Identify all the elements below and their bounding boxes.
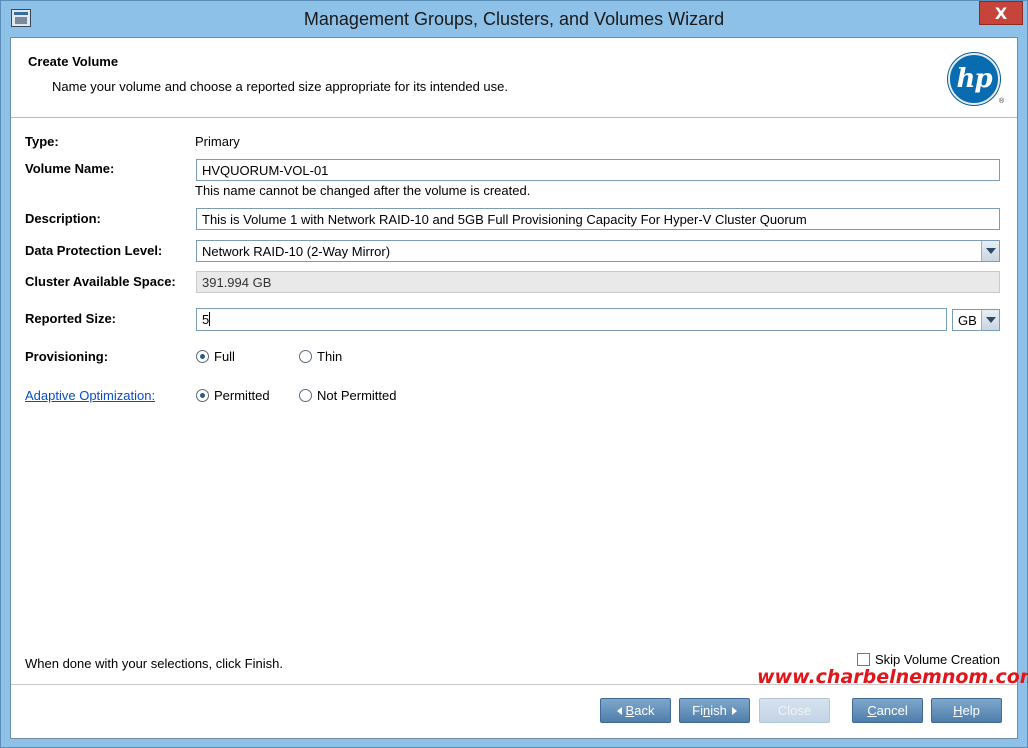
finish-label-post: ish <box>710 703 727 718</box>
cancel-label-post: ancel <box>876 703 908 718</box>
size-unit-value: GB <box>958 313 977 328</box>
chevron-down-icon[interactable] <box>981 310 999 330</box>
window-title: Management Groups, Clusters, and Volumes… <box>303 9 725 29</box>
finish-mnemonic: n <box>702 703 711 718</box>
radio-unselected-icon[interactable] <box>299 389 312 402</box>
reported-size-label: Reported Size: <box>25 311 117 326</box>
close-window-button[interactable]: X <box>979 1 1023 25</box>
registered-mark: ® <box>999 98 1005 105</box>
wizard-header: Create Volume Name your volume and choos… <box>11 38 1017 118</box>
finish-label-pre: Fi <box>692 703 703 718</box>
arrow-right-icon <box>731 706 737 715</box>
back-label-post: ack <box>634 703 655 718</box>
radio-unselected-icon[interactable] <box>299 350 312 363</box>
finish-button[interactable]: Fi n ish <box>679 698 750 723</box>
data-protection-select[interactable]: Network RAID-10 (2-Way Mirror) <box>196 240 1000 262</box>
title-bar[interactable]: Management Groups, Clusters, and Volumes… <box>1 1 1027 37</box>
provisioning-full-label: Full <box>214 349 235 364</box>
data-protection-value: Network RAID-10 (2-Way Mirror) <box>202 244 391 259</box>
ao-not-permitted-label: Not Permitted <box>317 388 397 403</box>
page-title: Create Volume <box>28 54 119 69</box>
back-mnemonic: B <box>625 703 635 718</box>
volume-name-label: Volume Name: <box>25 161 115 176</box>
help-button[interactable]: Help <box>931 698 1002 723</box>
reported-size-input[interactable]: 5 <box>196 308 947 331</box>
footer-instruction: When done with your selections, click Fi… <box>25 656 283 671</box>
adaptive-optimization-link[interactable]: Adaptive Optimization: <box>25 388 155 403</box>
type-label: Type: <box>25 134 59 149</box>
description-label: Description: <box>25 211 101 226</box>
provisioning-label: Provisioning: <box>25 349 109 364</box>
chevron-down-icon[interactable] <box>981 241 999 261</box>
ao-permitted-radio[interactable]: Permitted <box>196 388 270 403</box>
close-icon: X <box>994 3 1008 23</box>
cluster-space-field: 391.994 GB <box>196 271 1000 293</box>
radio-selected-icon[interactable] <box>196 350 209 363</box>
page-subtitle: Name your volume and choose a reported s… <box>52 79 508 94</box>
ao-not-permitted-radio[interactable]: Not Permitted <box>299 388 396 403</box>
button-bar: Back Fi n ish Close Cancel Help <box>11 684 1017 738</box>
help-label-post: elp <box>962 703 980 718</box>
close-button[interactable]: Close <box>759 698 830 723</box>
back-button[interactable]: Back <box>600 698 671 723</box>
wizard-window: Management Groups, Clusters, and Volumes… <box>0 0 1028 748</box>
hp-logo-text: hp <box>956 64 992 94</box>
cluster-space-label: Cluster Available Space: <box>25 274 176 289</box>
text-caret <box>209 312 211 326</box>
type-value: Primary <box>195 134 240 149</box>
reported-size-value: 5 <box>202 312 210 327</box>
provisioning-full-radio[interactable]: Full <box>196 349 235 364</box>
radio-selected-icon[interactable] <box>196 389 209 402</box>
hp-logo: hp <box>948 53 1000 105</box>
checkbox-unchecked-icon[interactable] <box>857 653 870 666</box>
help-mnemonic: H <box>953 703 963 718</box>
provisioning-thin-radio[interactable]: Thin <box>299 349 342 364</box>
skip-volume-creation-checkbox[interactable]: Skip Volume Creation <box>857 652 1000 667</box>
cancel-mnemonic: C <box>867 703 877 718</box>
size-unit-select[interactable]: GB <box>952 309 1000 331</box>
ao-permitted-label: Permitted <box>214 388 270 403</box>
cancel-button[interactable]: Cancel <box>852 698 923 723</box>
provisioning-thin-label: Thin <box>317 349 343 364</box>
volume-name-help: This name cannot be changed after the vo… <box>195 183 531 198</box>
skip-volume-creation-label: Skip Volume Creation <box>875 652 1001 667</box>
close-label: Close <box>777 703 812 718</box>
wizard-client-area: Create Volume Name your volume and choos… <box>10 37 1028 739</box>
description-input[interactable]: This is Volume 1 with Network RAID-10 an… <box>196 208 1000 230</box>
volume-name-input[interactable]: HVQUORUM-VOL-01 <box>196 159 1000 181</box>
data-protection-label: Data Protection Level: <box>25 243 163 258</box>
arrow-left-icon <box>616 706 622 715</box>
